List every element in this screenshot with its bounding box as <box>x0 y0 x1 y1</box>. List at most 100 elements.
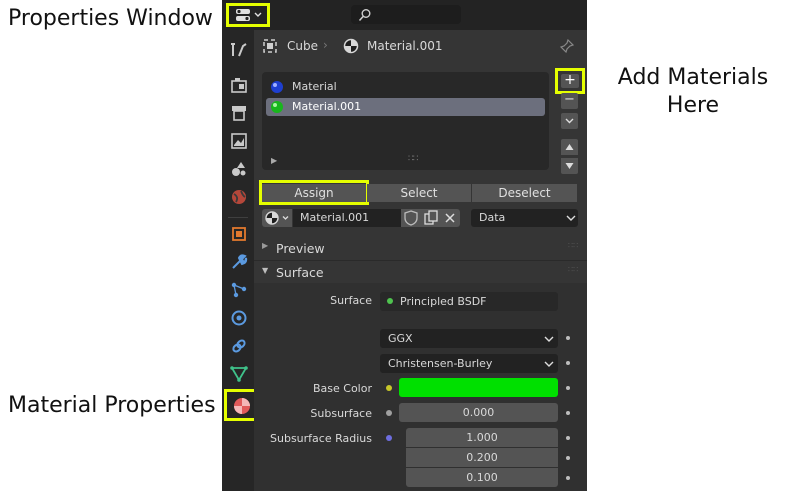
list-item[interactable]: Material <box>266 78 545 96</box>
modifier-tab-icon[interactable] <box>230 253 248 271</box>
sidebar-divider <box>228 217 248 218</box>
select-button[interactable]: Select <box>367 184 471 202</box>
surface-panel-header[interactable]: ▼ Surface ∷∷ <box>254 261 587 283</box>
slot-specials-button[interactable] <box>561 113 578 129</box>
properties-tabs <box>222 30 254 491</box>
list-expand-icon[interactable]: ▶ <box>271 156 277 165</box>
surface-shader-value: Principled BSDF <box>400 295 487 308</box>
preview-panel-header[interactable]: ▶ Preview ∷∷ <box>254 237 587 259</box>
browse-material-button[interactable] <box>262 209 292 227</box>
surface-panel-title: Surface <box>276 265 324 280</box>
add-material-slot-button[interactable]: + <box>555 68 585 94</box>
material-tab-icon <box>234 398 250 414</box>
keyframe-dot-icon[interactable] <box>566 386 570 390</box>
subsurface-radius-x-value: 1.000 <box>466 431 498 444</box>
fake-user-shield-icon[interactable] <box>402 209 420 227</box>
material-sphere-icon <box>271 101 283 113</box>
breadcrumb-object: Cube <box>287 39 318 53</box>
constraints-tab-icon[interactable] <box>230 337 248 355</box>
move-slot-down-button[interactable] <box>561 158 578 174</box>
material-slot-label: Material.001 <box>292 100 362 113</box>
chevron-down-icon <box>544 361 554 367</box>
object-icon <box>263 39 277 53</box>
remove-material-slot-button[interactable]: − <box>561 93 578 109</box>
scene-tab-icon[interactable] <box>230 160 248 178</box>
tool-tab-icon[interactable] <box>230 40 248 58</box>
drag-grip-icon[interactable]: ∷∷ <box>568 241 578 250</box>
list-resize-grip-icon[interactable]: ∷∷ <box>408 154 419 164</box>
subsurface-radius-x-field[interactable]: 1.000 <box>406 428 558 447</box>
chevron-down-icon <box>565 118 574 124</box>
base-color-label: Base Color <box>312 382 372 395</box>
breadcrumb-material: Material.001 <box>367 39 443 53</box>
shader-socket-icon <box>387 298 393 304</box>
material-slot-list: Material Material.001 ▶ ∷∷ <box>262 72 549 170</box>
subsurface-radius-y-value: 0.200 <box>466 451 498 464</box>
material-name-value: Material.001 <box>300 211 370 224</box>
drag-grip-icon[interactable]: ∷∷ <box>568 265 578 274</box>
editor-type-button[interactable] <box>226 3 270 27</box>
color-socket-icon[interactable] <box>386 385 392 391</box>
material-slot-label: Material <box>292 80 337 93</box>
output-tab-icon[interactable] <box>230 104 248 122</box>
move-slot-up-button[interactable] <box>561 139 578 155</box>
value-socket-icon[interactable] <box>386 410 392 416</box>
distribution-value: GGX <box>388 332 413 345</box>
keyframe-dot-icon[interactable] <box>566 361 570 365</box>
annotation-properties-window: Properties Window <box>8 6 213 31</box>
triangle-up-icon <box>565 144 574 150</box>
keyframe-dot-icon[interactable] <box>566 336 570 340</box>
subsurface-method-dropdown[interactable]: Christensen-Burley <box>380 354 558 373</box>
annotation-add-materials-line1: Add Materials <box>617 65 769 90</box>
properties-editor-icon <box>236 9 262 21</box>
chevron-down-icon <box>544 336 554 342</box>
link-dropdown-value: Data <box>479 211 506 224</box>
subsurface-radius-z-field[interactable]: 0.100 <box>406 468 558 487</box>
keyframe-dot-icon[interactable] <box>566 476 570 480</box>
collapse-arrow-right-icon: ▶ <box>262 241 269 250</box>
particles-tab-icon[interactable] <box>230 281 248 299</box>
duplicate-icon[interactable] <box>422 209 440 227</box>
keyframe-dot-icon[interactable] <box>566 456 570 460</box>
base-color-swatch[interactable] <box>399 378 558 397</box>
deselect-button[interactable]: Deselect <box>472 184 577 202</box>
breadcrumb-separator-icon: › <box>323 38 328 52</box>
subsurface-radius-z-value: 0.100 <box>466 471 498 484</box>
add-icon: + <box>561 73 579 88</box>
link-dropdown[interactable]: Data <box>471 209 578 227</box>
annotation-material-properties: Material Properties <box>8 393 216 418</box>
keyframe-dot-icon[interactable] <box>566 436 570 440</box>
list-item-selected[interactable]: Material.001 <box>266 98 545 116</box>
chevron-down-icon <box>566 215 576 221</box>
distribution-dropdown[interactable]: GGX <box>380 329 558 348</box>
subsurface-method-value: Christensen-Burley <box>388 357 493 370</box>
annotation-add-materials: Add Materials Here <box>596 64 790 120</box>
vector-socket-icon[interactable] <box>386 435 392 441</box>
render-tab-icon[interactable] <box>230 76 248 94</box>
world-tab-icon[interactable] <box>230 188 248 206</box>
search-icon <box>358 9 371 22</box>
physics-tab-icon[interactable] <box>230 309 248 327</box>
subsurface-field[interactable]: 0.000 <box>399 403 558 422</box>
subsurface-label: Subsurface <box>310 407 372 420</box>
triangle-down-icon <box>565 163 574 169</box>
surface-shader-selector[interactable]: Principled BSDF <box>380 292 558 311</box>
view-layer-tab-icon[interactable] <box>230 132 248 150</box>
pin-icon[interactable] <box>560 39 574 53</box>
search-input[interactable] <box>351 5 461 24</box>
subsurface-radius-y-field[interactable]: 0.200 <box>406 448 558 467</box>
keyframe-dot-icon[interactable] <box>566 411 570 415</box>
preview-panel-title: Preview <box>276 241 325 256</box>
material-datablock-buttons <box>401 209 460 227</box>
unlink-x-icon[interactable] <box>441 209 459 227</box>
annotation-add-materials-line2: Here <box>666 93 720 118</box>
material-browse-icon <box>265 211 289 225</box>
material-name-field[interactable]: Material.001 <box>293 209 401 227</box>
object-tab-icon[interactable] <box>230 225 248 243</box>
assign-button-highlight <box>259 180 369 205</box>
subsurface-radius-label: Subsurface Radius <box>270 432 372 445</box>
breadcrumb: Cube › Material.001 <box>262 36 574 56</box>
material-sphere-icon <box>271 81 283 93</box>
data-tab-icon[interactable] <box>230 365 248 383</box>
subsurface-value: 0.000 <box>462 406 495 419</box>
